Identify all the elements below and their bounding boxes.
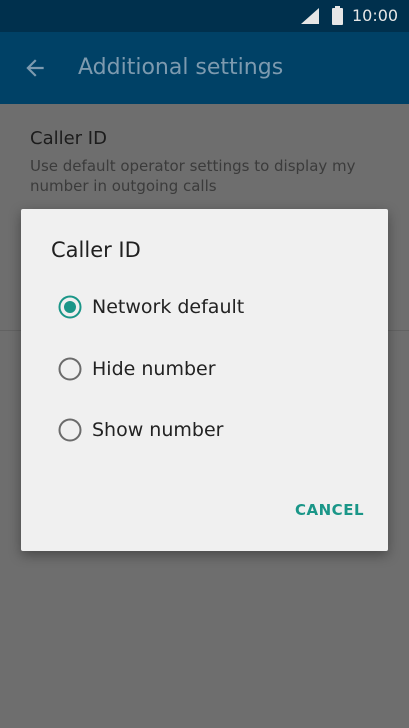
signal-icon [301,8,319,28]
option-hide-number[interactable]: Hide number [57,349,357,389]
status-time: 10:00 [352,6,399,25]
caller-id-setting-title: Caller ID [30,128,107,149]
radio-unselected-icon[interactable] [58,357,82,381]
option-label: Show number [92,419,224,441]
status-bar: 10:00 [0,0,409,32]
app-bar: Additional settings [0,32,409,104]
option-label: Network default [92,296,245,318]
cancel-button[interactable]: CANCEL [295,501,364,519]
option-label: Hide number [92,358,216,380]
radio-unselected-icon[interactable] [58,418,82,442]
battery-icon [332,6,343,29]
radio-selected-icon[interactable] [58,295,82,319]
option-show-number[interactable]: Show number [57,410,357,450]
caller-id-setting-subtitle: Use default operator settings to display… [30,157,356,195]
option-network-default[interactable]: Network default [57,287,357,327]
dialog-title: Caller ID [51,238,141,262]
arrow-back-icon[interactable] [22,55,48,85]
caller-id-dialog: Caller ID Network default Hide number Sh… [21,209,388,551]
page-title: Additional settings [78,55,284,80]
